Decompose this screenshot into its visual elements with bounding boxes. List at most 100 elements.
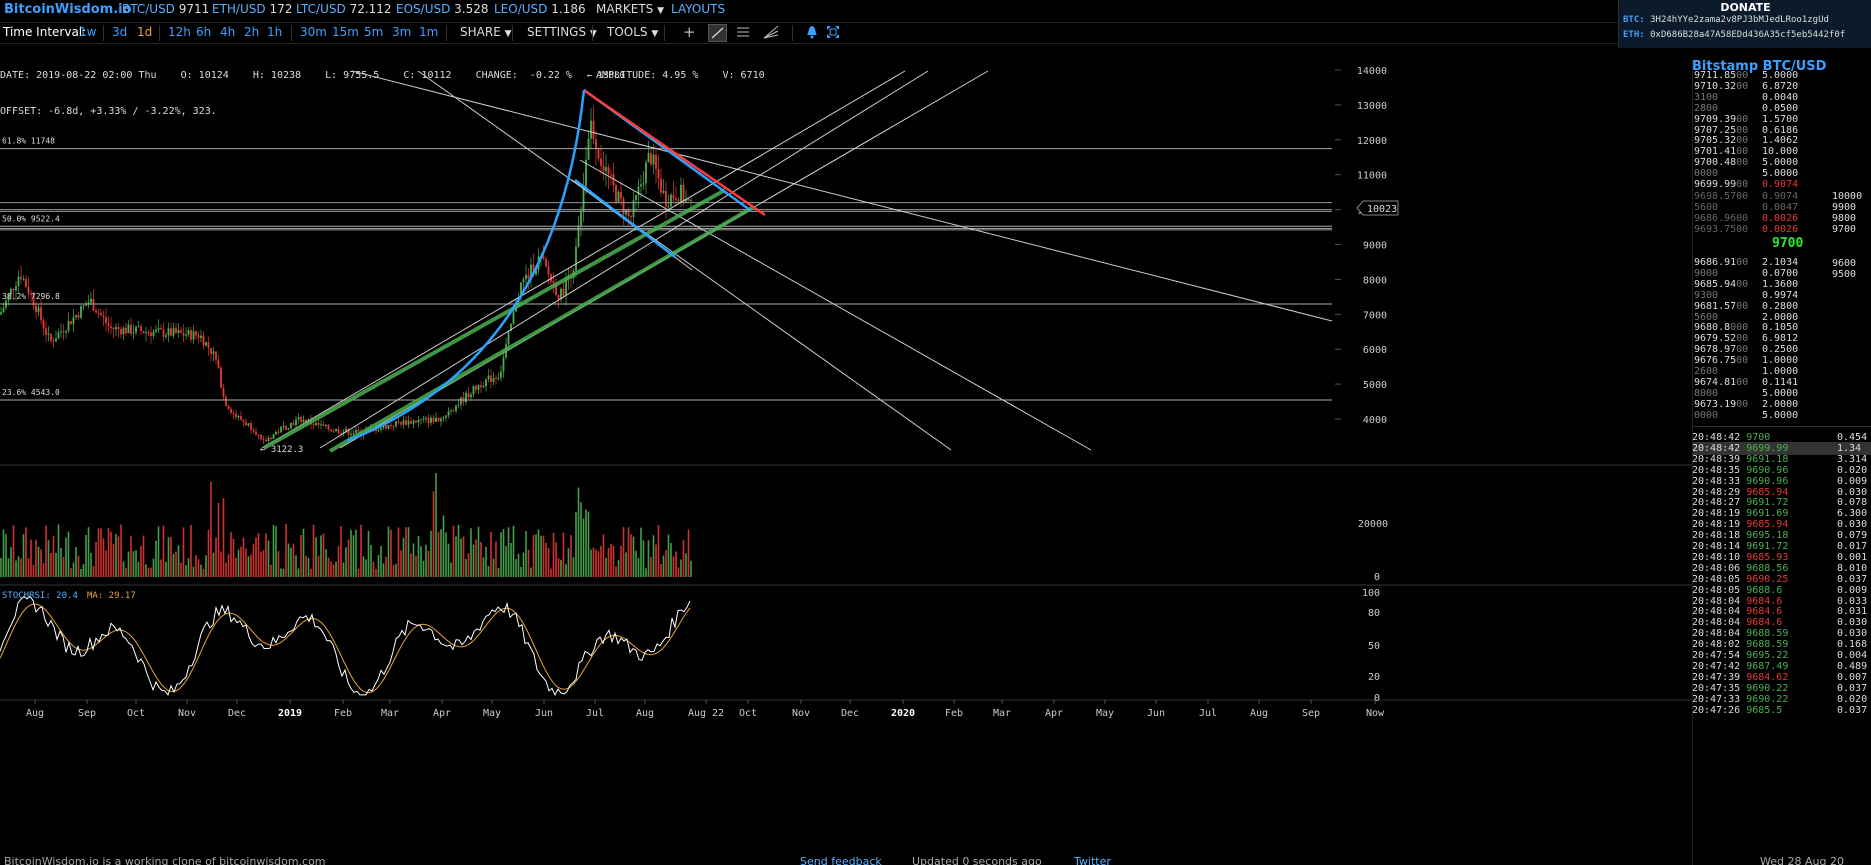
- candle-body: [472, 385, 475, 395]
- fib-label: 23.6% 4543.0: [2, 388, 60, 397]
- volume-bar: [632, 536, 635, 577]
- layouts-link[interactable]: LAYOUTS: [671, 2, 725, 16]
- interval-1w[interactable]: 1w: [79, 25, 96, 39]
- candle-body: [442, 417, 445, 419]
- ask-price-muted[interactable]: 9693.7500: [1694, 223, 1748, 236]
- tools-menu[interactable]: TOOLS ▼: [607, 25, 658, 39]
- candle-body: [627, 209, 630, 216]
- candle-body: [437, 417, 440, 422]
- candle-body: [292, 422, 295, 426]
- volume-bar: [55, 552, 57, 577]
- interval-1d[interactable]: 1d: [137, 25, 152, 39]
- divider: [159, 25, 160, 41]
- depth-label[interactable]: 9700: [1832, 223, 1856, 236]
- interval-1m[interactable]: 1m: [419, 25, 438, 39]
- candle-body: [175, 328, 177, 333]
- volume-bar: [77, 555, 80, 577]
- volume-bar: [635, 550, 637, 577]
- candle-body: [190, 330, 192, 340]
- volume-bar: [505, 546, 507, 577]
- bid-price[interactable]: 0000: [1694, 409, 1718, 422]
- line-tool-icon[interactable]: [708, 24, 727, 42]
- interval-2h[interactable]: 2h: [244, 25, 259, 39]
- interval-4h[interactable]: 4h: [220, 25, 235, 39]
- horizontal-lines-tool-icon[interactable]: [736, 25, 750, 42]
- volume-bar: [202, 568, 205, 577]
- ask-amount-muted[interactable]: 0.0026: [1762, 223, 1798, 236]
- volume-bar: [190, 525, 192, 577]
- send-feedback-link[interactable]: Send feedback: [800, 855, 882, 865]
- candle-body: [115, 327, 117, 330]
- ticker-eos[interactable]: EOS/USD 3.528: [396, 2, 489, 16]
- candle-body: [475, 385, 477, 390]
- twitter-link[interactable]: Twitter: [1074, 855, 1111, 865]
- ticker-leo[interactable]: LEO/USD 1.186: [494, 2, 586, 16]
- eth-address[interactable]: 0xD686B28a47A58EDd436A35cf5eb5442f0f: [1650, 30, 1845, 40]
- candle-body: [155, 329, 157, 332]
- candle-body: [257, 434, 260, 436]
- volume-bar: [652, 535, 655, 577]
- markets-menu[interactable]: MARKETS ▼: [596, 2, 664, 16]
- candle-body: [50, 333, 52, 341]
- y-tick-label: 5000: [1363, 380, 1387, 391]
- ticker-eth[interactable]: ETH/USD 172: [212, 2, 292, 16]
- depth-label[interactable]: 9500: [1832, 268, 1856, 281]
- volume-bar: [517, 553, 520, 577]
- volume-bar: [557, 558, 560, 577]
- price-chart[interactable]: 1400013000120001100010000900080007000600…: [0, 60, 1692, 865]
- bell-icon[interactable]: [806, 25, 818, 42]
- volume-bar: [155, 540, 157, 577]
- volume-bar: [132, 551, 135, 577]
- volume-bar: [595, 549, 597, 577]
- share-menu[interactable]: SHARE ▼: [460, 25, 512, 39]
- crosshair-tool-icon[interactable]: +: [683, 23, 696, 41]
- interval-30m[interactable]: 30m: [300, 25, 327, 39]
- interval-6h[interactable]: 6h: [196, 25, 211, 39]
- high-label: ← 13880: [587, 71, 625, 81]
- trade-amount[interactable]: 0.037: [1837, 704, 1867, 717]
- volume-bar: [277, 551, 280, 577]
- stochrsi-ma-line: [0, 603, 691, 694]
- volume-bar: [65, 537, 67, 577]
- candle-body: [77, 315, 80, 318]
- candle-body: [222, 387, 225, 397]
- volume-bar: [507, 527, 510, 577]
- x-tick-label: Nov: [792, 708, 810, 719]
- volume-bar: [102, 538, 105, 577]
- donate-title: DONATE: [1720, 1, 1771, 14]
- interval-1h[interactable]: 1h: [267, 25, 282, 39]
- candle-body: [280, 426, 282, 433]
- candle-body: [470, 394, 472, 398]
- volume-bar: [142, 535, 145, 577]
- candle-body: [55, 338, 57, 342]
- volume-bar: [35, 539, 37, 577]
- settings-menu[interactable]: SETTINGS ▼: [527, 25, 597, 39]
- volume-bar: [310, 568, 312, 577]
- btc-address[interactable]: 3H24hYYe2zama2v8PJ3bMJedLRoo1zgUd: [1650, 15, 1829, 25]
- interval-3d[interactable]: 3d: [112, 25, 127, 39]
- site-logo[interactable]: BitcoinWisdom.io: [4, 2, 132, 17]
- volume-bar: [165, 561, 167, 577]
- drawings[interactable]: [0, 70, 1333, 453]
- interval-15m[interactable]: 15m: [332, 25, 359, 39]
- volume-bar: [425, 544, 427, 577]
- x-tick-label: Feb: [334, 708, 352, 719]
- interval-3m[interactable]: 3m: [392, 25, 411, 39]
- mid-price[interactable]: 9700: [1772, 237, 1803, 251]
- interval-12h[interactable]: 12h: [168, 25, 191, 39]
- candle-body: [377, 430, 380, 432]
- volume-bar: [157, 526, 160, 577]
- ticker-btc[interactable]: BTC/USD 9711: [122, 2, 209, 16]
- volume-bar: [660, 564, 662, 577]
- candle-body: [187, 330, 190, 335]
- candle-body: [197, 335, 200, 339]
- bid-amount[interactable]: 5.0000: [1762, 409, 1798, 422]
- candle-body: [270, 437, 272, 439]
- volume-bar: [537, 529, 540, 577]
- fullscreen-icon[interactable]: [826, 25, 840, 42]
- y-tick-label: 11000: [1357, 171, 1387, 182]
- fib-fan-tool-icon[interactable]: [763, 25, 779, 42]
- interval-5m[interactable]: 5m: [364, 25, 383, 39]
- ticker-ltc[interactable]: LTC/USD 72.112: [296, 2, 392, 16]
- volume-bar: [395, 563, 397, 577]
